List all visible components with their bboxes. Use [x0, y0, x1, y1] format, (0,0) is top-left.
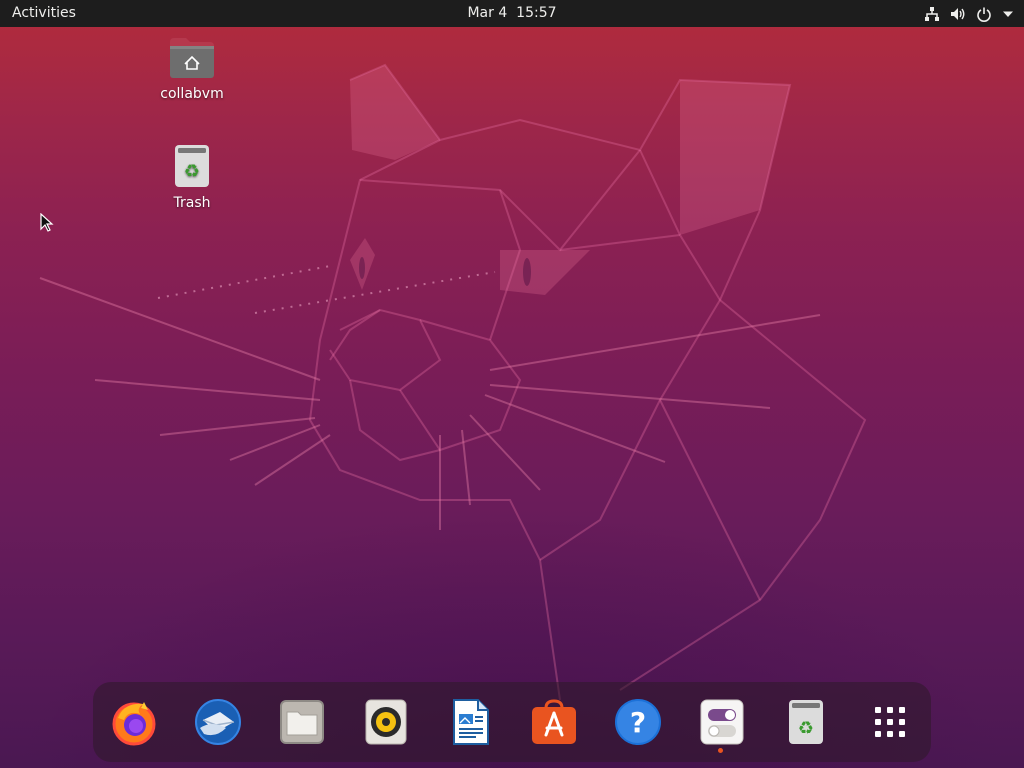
- dock-item-ubuntu-software[interactable]: [530, 698, 578, 746]
- ubuntu-software-icon: [532, 699, 576, 744]
- dock-item-settings[interactable]: [698, 698, 746, 746]
- system-tray[interactable]: [924, 3, 1014, 24]
- volume-icon[interactable]: [950, 6, 966, 22]
- running-indicator: [718, 748, 723, 753]
- clock-date[interactable]: Mar 4: [467, 5, 507, 21]
- trash-icon: ♻: [789, 700, 823, 744]
- files-icon: [280, 700, 324, 744]
- clock: Mar 4 15:57: [0, 5, 1024, 22]
- system-menu-arrow-icon[interactable]: [1002, 8, 1014, 20]
- help-icon: ?: [615, 699, 661, 745]
- dock-item-help[interactable]: ?: [614, 698, 662, 746]
- dock: ? ♻: [93, 682, 931, 762]
- thunderbird-icon: [195, 699, 241, 745]
- dock-item-thunderbird[interactable]: [194, 698, 242, 746]
- svg-text:?: ?: [630, 706, 646, 739]
- firefox-icon: [112, 702, 156, 746]
- trash-icon: ♻: [172, 145, 212, 193]
- svg-text:♻: ♻: [798, 718, 814, 739]
- power-icon[interactable]: [976, 6, 992, 22]
- home-folder-icon: [168, 38, 216, 84]
- dock-item-libreoffice-writer[interactable]: [446, 698, 494, 746]
- dock-item-show-applications[interactable]: [866, 698, 914, 746]
- mouse-pointer-icon: [40, 212, 54, 237]
- dock-item-trash[interactable]: ♻: [782, 698, 830, 746]
- desktop-icon-label: collabvm: [160, 86, 224, 102]
- desktop-icon-collabvm[interactable]: collabvm: [152, 36, 232, 102]
- network-wired-icon[interactable]: [924, 6, 940, 22]
- top-bar: Activities Mar 4 15:57: [0, 0, 1024, 27]
- activities-button[interactable]: Activities: [12, 5, 76, 22]
- dock-item-firefox[interactable]: [110, 698, 158, 746]
- desktop-icon-trash[interactable]: ♻ Trash: [152, 143, 232, 211]
- libreoffice-writer-icon: [453, 699, 489, 745]
- desktop-screen: Activities Mar 4 15:57 collabvm ♻ Trash …: [0, 0, 1024, 768]
- clock-time[interactable]: 15:57: [516, 5, 556, 21]
- wallpaper-cat-art: [39, 63, 867, 701]
- show-applications-icon: [875, 707, 905, 737]
- svg-text:♻: ♻: [184, 161, 200, 182]
- desktop-icon-label: Trash: [173, 195, 211, 211]
- dock-item-files[interactable]: [278, 698, 326, 746]
- settings-icon: [700, 699, 744, 745]
- rhythmbox-icon: [365, 699, 407, 745]
- dock-item-rhythmbox[interactable]: [362, 698, 410, 746]
